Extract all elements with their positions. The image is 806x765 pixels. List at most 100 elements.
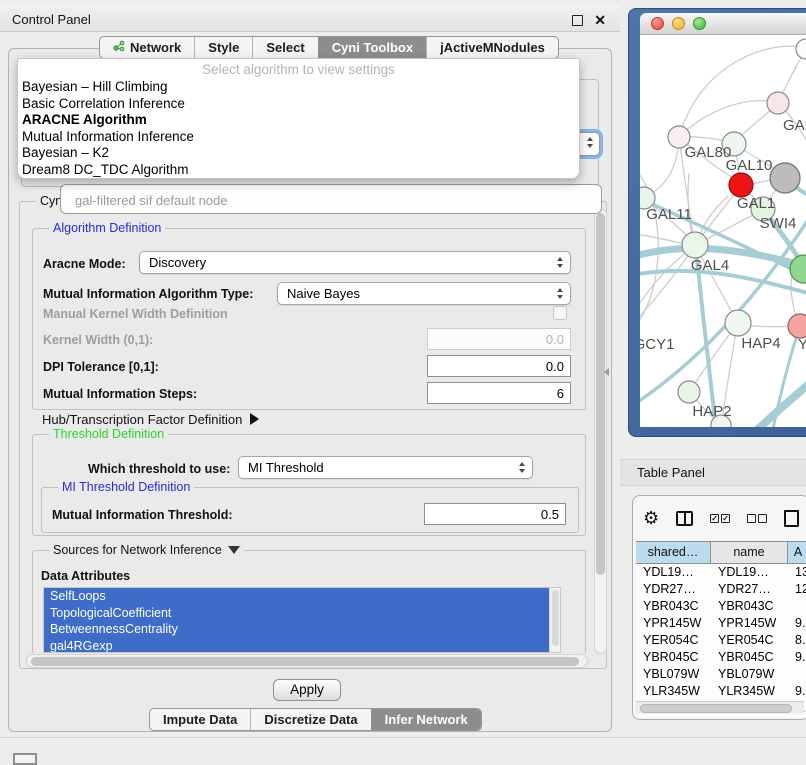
network-node-label: GCY1: [640, 336, 674, 353]
mi-algorithm-type-label: Mutual Information Algorithm Type:: [43, 287, 253, 301]
network-node-gal4[interactable]: [682, 232, 708, 258]
tab-infer-network[interactable]: Infer Network: [371, 709, 481, 730]
tab-discretize-data[interactable]: Discretize Data: [250, 709, 370, 730]
mi-threshold-group: MI Threshold Definition Mutual Informati…: [41, 487, 579, 533]
network-edge[interactable]: [679, 101, 778, 137]
table-row[interactable]: YBL079W YBL079W: [636, 666, 806, 683]
table-horizontal-scrollbar[interactable]: [636, 701, 804, 714]
table-header-row: shared… name A: [636, 541, 806, 564]
network-edge[interactable]: [640, 247, 694, 325]
desktop: { "control_panel": { "title": "Control P…: [0, 0, 806, 762]
dpi-tolerance-field[interactable]: 0.0: [427, 355, 571, 377]
network-edge[interactable]: [640, 271, 806, 293]
network-node-label: GAL10: [726, 157, 773, 174]
deselect-all-checks-icon[interactable]: [747, 514, 767, 523]
mi-steps-field[interactable]: 6: [427, 382, 571, 404]
table-row[interactable]: YLR345W YLR345W 9.: [636, 683, 806, 700]
attribute-list-scrollbar[interactable]: [549, 588, 560, 652]
tab-cyni-toolbox[interactable]: Cyni Toolbox: [318, 37, 426, 58]
mi-threshold-group-title: MI Threshold Definition: [58, 480, 194, 494]
dropdown-item[interactable]: Dream8 DC_TDC Algorithm: [18, 162, 579, 179]
float-window-icon[interactable]: [572, 15, 583, 26]
tab-select[interactable]: Select: [252, 37, 317, 58]
dropdown-item[interactable]: Basic Correlation Inference: [18, 96, 579, 113]
network-view-window: GALGAL80GAL10GAL1GAL11SWI4GAL4GCY1HAP4YH…: [628, 8, 806, 437]
threshold-definition-group: Threshold Definition Which threshold to …: [32, 434, 586, 536]
table-row[interactable]: YPR145W YPR145W 9.: [636, 615, 806, 632]
network-node-pink-right[interactable]: [788, 314, 806, 338]
data-attributes-label: Data Attributes: [41, 569, 130, 583]
network-node-label: Y: [798, 336, 806, 353]
column-header-name[interactable]: name: [711, 542, 788, 563]
which-threshold-combobox[interactable]: MI Threshold: [238, 456, 533, 479]
algorithm-definition-group: Algorithm Definition Aracne Mode: Discov…: [32, 228, 586, 410]
sources-group: Sources for Network Inference Data Attri…: [32, 550, 586, 654]
control-panel-window: Control Panel ✕ Network Style Select Cyn…: [0, 6, 620, 732]
which-threshold-label: Which threshold to use:: [88, 462, 230, 476]
column-header-partial[interactable]: A: [788, 542, 806, 563]
network-window-titlebar[interactable]: [640, 13, 806, 35]
apply-button[interactable]: Apply: [273, 679, 341, 701]
network-node-label: HAP2: [692, 403, 731, 420]
mi-threshold-field[interactable]: 0.5: [424, 503, 566, 525]
tab-impute-data[interactable]: Impute Data: [150, 709, 250, 730]
network-selector-value: gal-filtered sif default node: [75, 193, 227, 208]
network-node-gray-node[interactable]: [770, 163, 800, 193]
gear-icon[interactable]: ⚙: [643, 509, 659, 527]
manual-kernel-width-label: Manual Kernel Width Definition: [43, 307, 228, 321]
network-node-label: SWI4: [760, 215, 797, 232]
table-horizontal-scroll-thumb[interactable]: [640, 704, 792, 713]
network-selector-combobox[interactable]: gal-filtered sif default node: [60, 184, 602, 214]
network-node-gal-top[interactable]: [767, 92, 789, 114]
dropdown-item[interactable]: Mutual Information Inference: [18, 129, 579, 146]
manual-kernel-width-checkbox[interactable]: [553, 306, 567, 320]
tab-network[interactable]: Network: [100, 37, 194, 58]
attribute-item[interactable]: BetweennessCentrality: [44, 621, 549, 638]
select-all-checks-icon[interactable]: ✓✓: [710, 514, 730, 523]
zoom-traffic-light[interactable]: [693, 17, 706, 30]
kernel-width-field[interactable]: 0.0: [427, 328, 571, 350]
network-node-gal1[interactable]: [729, 173, 753, 197]
table-row[interactable]: YBR043C YBR043C: [636, 598, 806, 615]
settings-horizontal-scroll-thumb[interactable]: [31, 657, 579, 666]
table-row[interactable]: YDR27… YDR27… 12: [636, 581, 806, 598]
splitpane-collapse-handle[interactable]: [604, 368, 609, 376]
attribute-item[interactable]: SelfLoops: [44, 588, 549, 605]
settings-horizontal-scrollbar[interactable]: [26, 654, 588, 668]
document-icon[interactable]: [784, 510, 799, 527]
dropdown-item-list: Bayesian – Hill Climbing Basic Correlati…: [18, 79, 579, 178]
columns-icon[interactable]: [676, 511, 693, 526]
close-traffic-light[interactable]: [651, 17, 664, 30]
settings-vertical-scrollbar[interactable]: [594, 208, 607, 654]
table-row[interactable]: YDL19… YDL19… 13: [636, 564, 806, 581]
network-node-hap2[interactable]: [678, 381, 700, 403]
close-icon[interactable]: ✕: [594, 13, 606, 27]
mi-algorithm-type-combobox[interactable]: Naive Bayes: [277, 282, 571, 305]
sources-group-title[interactable]: Sources for Network Inference: [49, 543, 244, 557]
tab-style[interactable]: Style: [194, 37, 252, 58]
partial-bottom-icon[interactable]: [13, 753, 37, 765]
column-header-shared-name[interactable]: shared…: [636, 542, 711, 563]
threshold-definition-title: Threshold Definition: [49, 427, 168, 441]
network-canvas[interactable]: GALGAL80GAL10GAL1GAL11SWI4GAL4GCY1HAP4YH…: [640, 35, 806, 427]
dropdown-item[interactable]: ARACNE Algorithm: [18, 112, 579, 129]
tab-jactivemnodules[interactable]: jActiveMNodules: [426, 37, 558, 58]
attribute-item[interactable]: TopologicalCoefficient: [44, 605, 549, 622]
table-row[interactable]: YER054C YER054C 8.: [636, 632, 806, 649]
table-panel-header: Table Panel: [620, 459, 806, 486]
table-row[interactable]: YBR045C YBR045C 9.: [636, 649, 806, 666]
hub-definition-expander[interactable]: Hub/Transcription Factor Definition: [42, 412, 259, 427]
dropdown-item[interactable]: Bayesian – Hill Climbing: [18, 79, 579, 96]
network-tab-icon: [113, 40, 125, 55]
network-node-hap4[interactable]: [725, 310, 751, 336]
mi-threshold-label: Mutual Information Threshold:: [52, 508, 233, 522]
algorithm-definition-title: Algorithm Definition: [49, 221, 165, 235]
attribute-item[interactable]: gal4RGexp: [44, 638, 549, 654]
settings-vertical-scroll-thumb[interactable]: [596, 213, 605, 575]
dropdown-prompt: Select algorithm to view settings: [18, 61, 579, 79]
network-node-top-cut[interactable]: [796, 39, 806, 59]
control-panel-titlebar: Control Panel ✕: [0, 6, 620, 32]
aracne-mode-combobox[interactable]: Discovery: [139, 251, 571, 274]
dropdown-item[interactable]: Bayesian – K2: [18, 145, 579, 162]
minimize-traffic-light[interactable]: [672, 17, 685, 30]
